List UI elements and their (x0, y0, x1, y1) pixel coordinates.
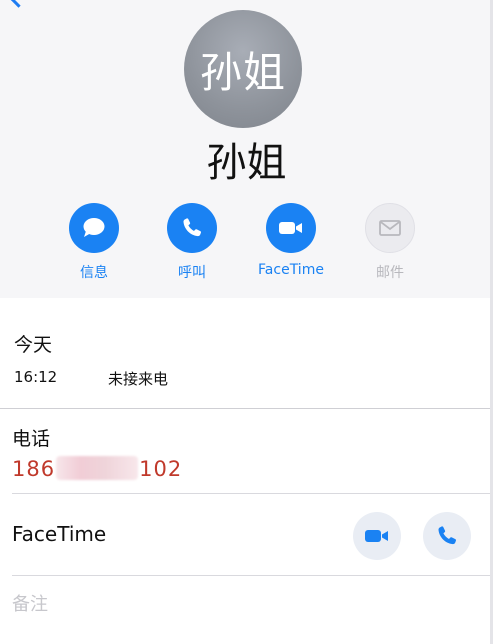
call-button-circle[interactable] (167, 203, 217, 253)
video-camera-icon (365, 530, 388, 542)
phone-number[interactable]: 186 102 (12, 456, 182, 481)
navigation-bar (0, 0, 493, 8)
mail-icon (379, 220, 401, 236)
video-camera-icon (279, 222, 302, 234)
message-button-label: 信息 (80, 265, 108, 281)
message-button-circle[interactable] (69, 203, 119, 253)
message-icon (83, 218, 105, 237)
back-chevron-icon[interactable] (9, 0, 28, 8)
mail-button: 邮件 (335, 203, 445, 288)
redacted-digits (56, 456, 139, 480)
facetime-button-label: FaceTime (258, 262, 324, 278)
mail-button-label: 邮件 (376, 265, 404, 281)
facetime-button[interactable]: FaceTime (236, 203, 346, 288)
call-status: 未接来电 (108, 370, 169, 388)
mail-button-circle (365, 203, 415, 253)
phone-icon (183, 218, 202, 237)
contact-details: 今天 16:12 未接来电 电话 186 102 FaceTime 备注 (0, 298, 493, 644)
phone-icon (438, 526, 457, 545)
phone-title: 电话 (12, 428, 51, 450)
avatar: 孙姐 (184, 10, 302, 128)
row-divider (12, 575, 493, 576)
facetime-button-circle[interactable] (266, 203, 316, 253)
recents-title: 今天 (14, 334, 53, 356)
facetime-title: FaceTime (12, 522, 107, 546)
action-buttons: 信息 呼叫 FaceTime 邮件 (0, 203, 493, 288)
avatar-initials: 孙姐 (199, 47, 286, 97)
phone-number-suffix: 102 (139, 457, 183, 481)
phone-number-prefix: 186 (12, 457, 56, 481)
notes-field[interactable]: 备注 (12, 590, 48, 616)
call-button-label: 呼叫 (178, 265, 206, 281)
call-button[interactable]: 呼叫 (137, 203, 247, 288)
contact-header: 孙姐 孙姐 信息 呼叫 FaceTime 邮件 (0, 0, 493, 298)
facetime-video-button[interactable] (353, 512, 401, 560)
contact-name: 孙姐 (206, 140, 287, 186)
row-divider (12, 493, 493, 494)
facetime-audio-button[interactable] (423, 512, 471, 560)
message-button[interactable]: 信息 (39, 203, 149, 288)
section-divider (0, 408, 493, 409)
call-time: 16:12 (14, 368, 58, 386)
